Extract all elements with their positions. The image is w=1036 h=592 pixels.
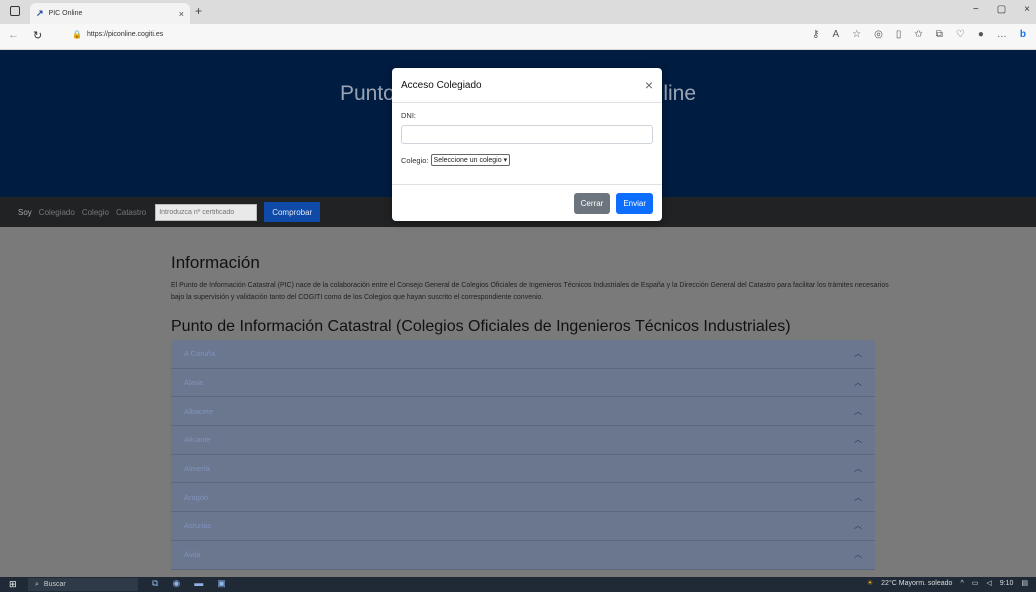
dni-input[interactable]: [401, 125, 653, 144]
window-controls: − ▢ ×: [973, 4, 1030, 15]
nav-link-colegiado[interactable]: Colegiado: [39, 208, 75, 217]
system-tray: ☀ 22°C Mayorm. soleado ^ ▭ ◁ 9:10 ▤: [867, 579, 1028, 588]
browser-essentials-icon[interactable]: ♡: [956, 29, 965, 40]
accordion-item[interactable]: Alicante ︿: [171, 426, 875, 455]
check-certificate-button[interactable]: Comprobar: [264, 202, 321, 222]
modal-title: Acceso Colegiado: [401, 79, 482, 91]
chevron-up-icon: ︿: [854, 378, 862, 388]
accordion-item[interactable]: Albacete ︿: [171, 397, 875, 427]
os-taskbar: ⊞ ⌕ Buscar ⧉ ◉ ▬ ▣ ☀ 22°C Mayorm. solead…: [0, 577, 1036, 592]
modal-footer: Cerrar Enviar: [392, 184, 662, 221]
tray-chevron-icon[interactable]: ^: [960, 580, 963, 587]
chevron-up-icon: ︿: [854, 349, 862, 359]
modal-body: DNI: Colegio: Seleccione un colegio ▾: [392, 103, 662, 174]
colegio-label: Colegio:: [401, 155, 429, 165]
taskbar-search-label: Buscar: [43, 581, 66, 588]
cancel-button[interactable]: Cerrar: [573, 192, 611, 214]
accordion-item[interactable]: Aragón ︿: [171, 483, 875, 513]
new-tab-button[interactable]: +: [195, 4, 202, 18]
modal-header: Acceso Colegiado ×: [392, 68, 662, 103]
nav-label-soy: Soy: [18, 207, 32, 217]
windows-start-icon[interactable]: ⊞: [9, 580, 18, 589]
clock-time[interactable]: 9:10: [1000, 580, 1014, 587]
maximize-button[interactable]: ▢: [997, 4, 1006, 15]
chevron-up-icon: ︿: [854, 550, 862, 560]
weather-icon[interactable]: ☀: [867, 579, 873, 587]
site-favicon-icon: ↗: [36, 8, 44, 18]
lock-icon[interactable]: 🔒: [72, 30, 82, 39]
pic-heading: Punto de Información Catastral (Colegios…: [171, 318, 791, 335]
chevron-up-icon: ︿: [854, 521, 862, 531]
more-menu-icon[interactable]: …: [997, 29, 1007, 40]
accordion-item-label: Almería: [184, 464, 210, 474]
chevron-up-icon: ︿: [854, 435, 862, 445]
search-icon: ⌕: [35, 580, 39, 588]
url-text: https://piconline.cogiti.es: [86, 31, 164, 38]
accordion-item-label: Alicante: [184, 435, 211, 445]
colegio-row: Colegio: Seleccione un colegio ▾: [401, 154, 653, 166]
accordion-item[interactable]: A Coruña ︿: [171, 340, 875, 369]
collections-icon[interactable]: ⧉: [936, 29, 943, 40]
accordion-item-label: Aragón: [184, 492, 209, 502]
submit-button[interactable]: Enviar: [616, 192, 653, 214]
minimize-button[interactable]: −: [973, 4, 979, 15]
colegio-select-value: Seleccione un colegio: [433, 157, 502, 164]
close-icon[interactable]: ×: [645, 77, 653, 93]
tab-close-icon[interactable]: ×: [179, 9, 184, 19]
login-modal: Acceso Colegiado × DNI: Colegio: Selecci…: [392, 68, 662, 221]
accordion-item[interactable]: Ávila ︿: [171, 540, 875, 570]
accordion-item-label: Álava: [184, 378, 203, 388]
back-icon[interactable]: ←: [8, 29, 19, 42]
bing-icon[interactable]: b: [1020, 29, 1026, 40]
url-field[interactable]: 🔒 https://piconline.cogiti.es: [72, 30, 163, 39]
accordion-item[interactable]: Asturias ︿: [171, 512, 875, 541]
task-view-icon[interactable]: ⧉: [152, 578, 158, 589]
chevron-up-icon: ︿: [854, 464, 862, 474]
profile-icon[interactable]: ●: [978, 29, 984, 40]
accordion-item-label: Albacete: [184, 406, 214, 416]
info-paragraph: El Punto de Información Catastral (PIC) …: [171, 282, 889, 301]
app-icon[interactable]: ▣: [217, 578, 226, 589]
chevron-up-icon: ︿: [854, 492, 862, 502]
nav-buttons: ← ↻: [8, 29, 42, 42]
read-aloud-icon[interactable]: A: [832, 29, 839, 40]
split-screen-icon[interactable]: ▯: [896, 29, 902, 40]
tab-actions-icon[interactable]: [10, 6, 20, 16]
reload-icon[interactable]: ↻: [33, 29, 42, 42]
volume-icon[interactable]: ◁: [986, 579, 991, 587]
weather-text[interactable]: 22°C Mayorm. soleado: [881, 580, 952, 587]
favorite-star-icon[interactable]: ☆: [852, 29, 861, 40]
dni-label: DNI:: [401, 111, 416, 120]
browser-toolbar: ⚷ A ☆ ◎ ▯ ✩ ⧉ ♡ ● … b: [812, 29, 1026, 40]
info-heading: Información: [171, 253, 260, 272]
key-icon[interactable]: ⚷: [812, 29, 819, 40]
accordion-item-label: Asturias: [184, 521, 212, 531]
extension-icon[interactable]: ◎: [874, 29, 883, 40]
nav-link-colegio[interactable]: Colegio: [82, 208, 109, 217]
taskbar-search[interactable]: ⌕ Buscar: [28, 578, 138, 591]
tab-title: PIC Online: [48, 10, 83, 17]
accordion-item[interactable]: Álava ︿: [171, 368, 875, 398]
accordion-item-label: Ávila: [184, 550, 201, 560]
taskbar-apps: ⧉ ◉ ▬ ▣: [152, 578, 226, 589]
edge-browser-icon[interactable]: ◉: [172, 578, 180, 589]
close-window-button[interactable]: ×: [1024, 4, 1030, 15]
chevron-up-icon: ︿: [854, 406, 862, 416]
browser-tab-bar: ↗ PIC Online × + − ▢ ×: [0, 0, 1036, 24]
certificate-number-input[interactable]: [155, 203, 258, 221]
accordion-item-label: A Coruña: [184, 349, 216, 359]
nav-link-catastro[interactable]: Catastro: [116, 208, 146, 217]
colegio-select[interactable]: Seleccione un colegio ▾: [430, 154, 511, 166]
file-explorer-icon[interactable]: ▬: [194, 578, 203, 589]
accordion-item[interactable]: Almería ︿: [171, 454, 875, 484]
colegios-accordion: A Coruña ︿ Álava ︿ Albacete ︿ Alicante ︿ Alm…: [171, 340, 875, 570]
favorites-icon[interactable]: ✩: [914, 29, 922, 40]
browser-tab[interactable]: ↗ PIC Online ×: [30, 3, 190, 24]
address-bar: ← ↻ 🔒 https://piconline.cogiti.es ⚷ A ☆ …: [0, 24, 1036, 50]
network-icon[interactable]: ▭: [972, 579, 979, 587]
notifications-icon[interactable]: ▤: [1021, 579, 1028, 587]
